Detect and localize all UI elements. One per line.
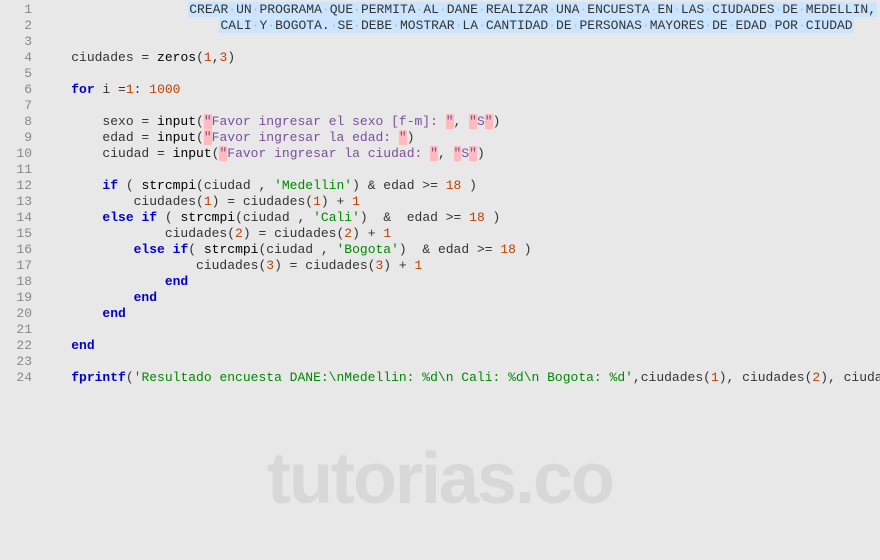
code-line[interactable] bbox=[40, 34, 880, 50]
line-number: 7 bbox=[0, 98, 32, 114]
line-number: 18 bbox=[0, 274, 32, 290]
code-line[interactable]: for i =1: 1000 bbox=[40, 82, 880, 98]
line-number: 6 bbox=[0, 82, 32, 98]
code-line[interactable]: end bbox=[40, 290, 880, 306]
line-number: 21 bbox=[0, 322, 32, 338]
line-number: 14 bbox=[0, 210, 32, 226]
code-line[interactable]: ciudades(3) = ciudades(3) + 1 bbox=[40, 258, 880, 274]
code-line[interactable]: ciudades(2) = ciudades(2) + 1 bbox=[40, 226, 880, 242]
code-line[interactable]: else if ( strcmpi(ciudad , 'Cali') & eda… bbox=[40, 210, 880, 226]
line-number: 22 bbox=[0, 338, 32, 354]
line-number: 3 bbox=[0, 34, 32, 50]
code-line[interactable] bbox=[40, 162, 880, 178]
line-number: 4 bbox=[0, 50, 32, 66]
code-line[interactable]: else if( strcmpi(ciudad , 'Bogota') & ed… bbox=[40, 242, 880, 258]
line-number: 12 bbox=[0, 178, 32, 194]
line-number: 9 bbox=[0, 130, 32, 146]
code-line[interactable]: end bbox=[40, 306, 880, 322]
code-line[interactable]: CALI·Y·BOGOTA.·SE·DEBE·MOSTRAR·LA·CANTID… bbox=[40, 18, 880, 34]
line-number: 10 bbox=[0, 146, 32, 162]
code-line[interactable]: if ( strcmpi(ciudad , 'Medellin') & edad… bbox=[40, 178, 880, 194]
code-area[interactable]: CREAR·UN·PROGRAMA·QUE·PERMITA·AL·DANE·RE… bbox=[40, 0, 880, 560]
code-line[interactable]: sexo = input("Favor ingresar el sexo [f-… bbox=[40, 114, 880, 130]
code-line[interactable]: ciudades(1) = ciudades(1) + 1 bbox=[40, 194, 880, 210]
line-number: 15 bbox=[0, 226, 32, 242]
line-number: 1 bbox=[0, 2, 32, 18]
line-number: 23 bbox=[0, 354, 32, 370]
code-line[interactable]: ciudades = zeros(1,3) bbox=[40, 50, 880, 66]
code-line[interactable]: end bbox=[40, 338, 880, 354]
code-line[interactable]: edad = input("Favor ingresar la edad: ") bbox=[40, 130, 880, 146]
code-line[interactable]: ciudad = input("Favor ingresar la ciudad… bbox=[40, 146, 880, 162]
code-line[interactable] bbox=[40, 322, 880, 338]
code-line[interactable]: CREAR·UN·PROGRAMA·QUE·PERMITA·AL·DANE·RE… bbox=[40, 2, 880, 18]
line-number: 11 bbox=[0, 162, 32, 178]
line-number: 13 bbox=[0, 194, 32, 210]
line-number: 19 bbox=[0, 290, 32, 306]
code-line[interactable] bbox=[40, 98, 880, 114]
line-number: 2 bbox=[0, 18, 32, 34]
line-number: 20 bbox=[0, 306, 32, 322]
code-line[interactable] bbox=[40, 66, 880, 82]
code-line[interactable] bbox=[40, 354, 880, 370]
code-line[interactable]: fprintf('Resultado encuesta DANE:\nMedel… bbox=[40, 370, 880, 386]
line-number: 8 bbox=[0, 114, 32, 130]
code-editor[interactable]: 123456789101112131415161718192021222324 … bbox=[0, 0, 880, 560]
code-line[interactable]: end bbox=[40, 274, 880, 290]
line-number: 16 bbox=[0, 242, 32, 258]
line-number: 24 bbox=[0, 370, 32, 386]
line-number-gutter: 123456789101112131415161718192021222324 bbox=[0, 0, 40, 560]
line-number: 17 bbox=[0, 258, 32, 274]
line-number: 5 bbox=[0, 66, 32, 82]
